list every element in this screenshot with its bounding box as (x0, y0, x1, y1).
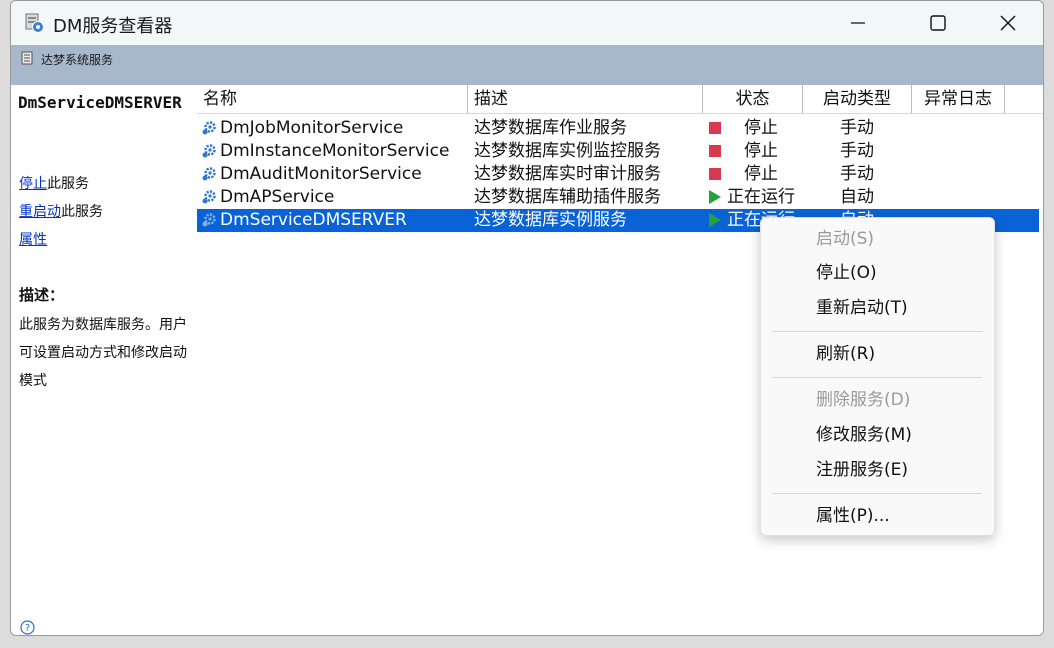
service-description: 达梦数据库实例服务 (474, 210, 627, 230)
restart-service-suffix: 此服务 (61, 204, 103, 220)
restart-service-link[interactable]: 重启动 (19, 204, 61, 220)
gear-service-icon (202, 190, 216, 204)
menu-item-start[interactable]: 启动(S) (816, 224, 874, 254)
menu-separator (772, 377, 982, 378)
running-status-icon (709, 213, 721, 227)
service-name: DmAPService (220, 187, 335, 207)
stopped-status-icon (709, 122, 721, 134)
service-name: DmInstanceMonitorService (220, 141, 450, 161)
toolbar: 达梦系统服务 (11, 45, 1043, 85)
service-name: DmServiceDMSERVER (220, 210, 407, 230)
stop-service-link[interactable]: 停止 (19, 176, 47, 192)
context-menu: 启动(S) 停止(O) 重新启动(T) 刷新(R) 删除服务(D) 修改服务(M… (760, 217, 995, 536)
table-row[interactable]: DmJobMonitorService 达梦数据库作业服务 停止 手动 (197, 117, 1039, 140)
menu-item-register-service[interactable]: 注册服务(E) (816, 455, 908, 485)
help-icon[interactable]: ? (20, 620, 35, 635)
stop-service-action: 停止此服务 (19, 173, 89, 193)
close-button[interactable] (973, 1, 1043, 45)
column-header-startup-type[interactable]: 启动类型 (803, 85, 912, 113)
service-status: 停止 (744, 141, 778, 161)
service-startup-type: 手动 (840, 164, 874, 184)
properties-action: 属性 (19, 229, 47, 249)
service-status: 停止 (744, 164, 778, 184)
gear-service-icon (202, 121, 216, 135)
server-icon (21, 51, 33, 65)
service-description: 达梦数据库作业服务 (474, 118, 627, 138)
gear-service-icon (202, 167, 216, 181)
column-header-status[interactable]: 状态 (703, 85, 803, 113)
service-status: 停止 (744, 118, 778, 138)
table-row[interactable]: DmInstanceMonitorService 达梦数据库实例监控服务 停止 … (197, 140, 1039, 163)
service-description: 达梦数据库辅助插件服务 (474, 187, 661, 207)
svg-text:?: ? (25, 623, 30, 634)
stopped-status-icon (709, 145, 721, 157)
restart-service-action: 重启动此服务 (19, 201, 103, 221)
properties-link[interactable]: 属性 (19, 232, 47, 248)
column-headers: 名称 描述 状态 启动类型 异常日志 (197, 85, 1043, 114)
gear-service-icon (202, 144, 216, 158)
selected-service-name: DmServiceDMSERVER (18, 93, 182, 112)
close-icon (1000, 15, 1016, 31)
toolbar-label-dm-system-services[interactable]: 达梦系统服务 (41, 51, 113, 68)
service-detail-pane: DmServiceDMSERVER 停止此服务 重启动此服务 属性 描述： 此服… (11, 85, 195, 635)
table-row[interactable]: DmAPService 达梦数据库辅助插件服务 正在运行 自动 (197, 186, 1039, 209)
service-description: 达梦数据库实时审计服务 (474, 164, 661, 184)
title-bar[interactable]: DM服务查看器 (11, 1, 1043, 45)
service-name: DmJobMonitorService (220, 118, 404, 138)
services-app-icon (25, 13, 44, 33)
service-startup-type: 手动 (840, 118, 874, 138)
service-startup-type: 手动 (840, 141, 874, 161)
service-description: 达梦数据库实例监控服务 (474, 141, 661, 161)
column-header-name[interactable]: 名称 (197, 85, 468, 113)
running-status-icon (709, 190, 721, 204)
stopped-status-icon (709, 168, 721, 180)
minimize-button[interactable] (823, 1, 893, 45)
description-heading: 描述： (19, 286, 65, 304)
menu-item-properties[interactable]: 属性(P)... (816, 501, 890, 531)
column-header-error-log[interactable]: 异常日志 (912, 85, 1005, 113)
table-row[interactable]: DmAuditMonitorService 达梦数据库实时审计服务 停止 手动 (197, 163, 1039, 186)
menu-item-refresh[interactable]: 刷新(R) (816, 339, 875, 369)
maximize-icon (930, 15, 946, 31)
gear-service-icon (202, 213, 216, 227)
column-header-description[interactable]: 描述 (468, 85, 703, 113)
menu-separator (772, 331, 982, 332)
menu-item-modify-service[interactable]: 修改服务(M) (816, 420, 912, 450)
description-text: 此服务为数据库服务。用户可设置启动方式和修改启动模式 (19, 317, 187, 389)
maximize-button[interactable] (903, 1, 973, 45)
menu-separator (772, 493, 982, 494)
service-startup-type: 自动 (840, 187, 874, 207)
service-status: 正在运行 (727, 187, 795, 207)
minimize-icon (851, 22, 865, 24)
service-name: DmAuditMonitorService (220, 164, 422, 184)
menu-item-stop[interactable]: 停止(O) (816, 258, 877, 288)
menu-item-delete-service[interactable]: 删除服务(D) (816, 385, 910, 415)
menu-item-restart[interactable]: 重新启动(T) (816, 293, 908, 323)
window-title: DM服务查看器 (53, 16, 173, 37)
stop-service-suffix: 此服务 (47, 176, 89, 192)
